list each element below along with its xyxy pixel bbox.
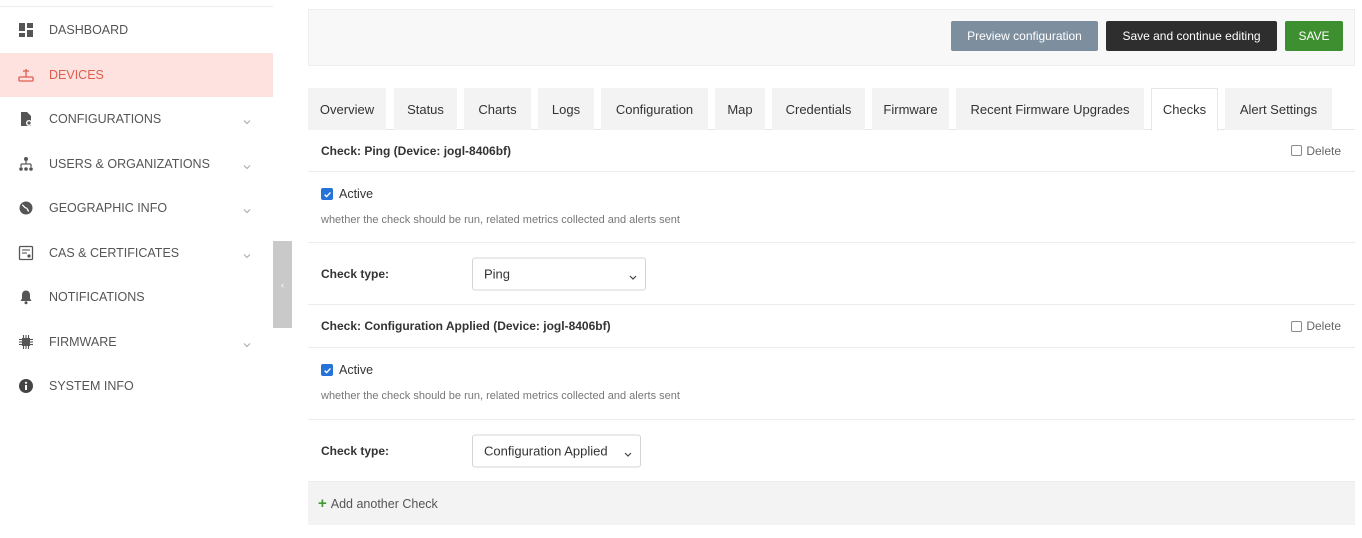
delete-label: Delete (1306, 319, 1341, 333)
help-text: whether the check should be run, related… (321, 214, 680, 226)
sidebar-item-label: NOTIFICATIONS (49, 290, 145, 305)
tab-recent-firmware-upgrades[interactable]: Recent Firmware Upgrades (956, 88, 1144, 130)
sidebar-collapse-toggle[interactable]: ‹ (273, 241, 292, 328)
active-checkbox-row[interactable]: Active (321, 187, 373, 201)
checkbox-checked-icon[interactable] (321, 188, 333, 200)
submit-row: Preview configuration Save and continue … (308, 9, 1355, 66)
globe-icon (18, 200, 34, 216)
certificate-icon (18, 245, 34, 261)
sidebar-item-label: SYSTEM INFO (49, 379, 134, 394)
tab-configuration[interactable]: Configuration (601, 88, 708, 130)
help-text: whether the check should be run, related… (321, 390, 680, 402)
tab-logs[interactable]: Logs (538, 88, 594, 130)
active-field: Active whether the check should be run, … (308, 172, 1355, 243)
info-icon (18, 378, 34, 394)
chevron-down-icon (629, 270, 637, 280)
sidebar-item-label: USERS & ORGANIZATIONS (49, 156, 210, 171)
save-button[interactable]: SAVE (1285, 21, 1343, 51)
sidebar-item-users-organizations[interactable]: USERS & ORGANIZATIONS (0, 142, 273, 187)
tab-alert-settings[interactable]: Alert Settings (1225, 88, 1332, 130)
check-type-value: Configuration Applied (484, 443, 608, 458)
active-label: Active (339, 363, 374, 377)
tab-checks[interactable]: Checks (1151, 88, 1218, 131)
tab-map[interactable]: Map (715, 88, 765, 130)
tab-status[interactable]: Status (394, 88, 457, 130)
add-another-check-link[interactable]: + Add another Check (308, 482, 1355, 525)
checkbox-unchecked-icon (1291, 320, 1303, 332)
tab-bar: Overview Status Charts Logs Configuratio… (308, 88, 1355, 131)
sidebar-item-dashboard[interactable]: DASHBOARD (0, 8, 273, 53)
org-chart-icon (18, 156, 34, 172)
active-checkbox-row[interactable]: Active (321, 363, 373, 377)
check-title: Check: Configuration Applied (Device: jo… (321, 319, 611, 333)
check-type-label: Check type: (321, 266, 390, 281)
sidebar-item-configurations[interactable]: CONFIGURATIONS (0, 97, 273, 142)
tab-charts[interactable]: Charts (464, 88, 531, 130)
chevron-down-icon (243, 115, 251, 125)
chevron-down-icon (243, 338, 251, 348)
sidebar: DASHBOARD DEVICES CONFIGURATIONS USERS &… (0, 0, 273, 538)
sidebar-item-label: CONFIGURATIONS (49, 112, 162, 127)
preview-configuration-button[interactable]: Preview configuration (951, 21, 1098, 51)
delete-checkbox[interactable]: Delete (1291, 319, 1341, 333)
sidebar-item-label: DASHBOARD (49, 23, 129, 38)
checkbox-checked-icon[interactable] (321, 364, 333, 376)
bell-icon (18, 289, 34, 305)
check-header: Check: Ping (Device: jogl-8406bf) Delete (308, 130, 1355, 172)
check-type-select[interactable]: Ping (472, 257, 646, 290)
sidebar-item-firmware[interactable]: FIRMWARE (0, 320, 273, 365)
delete-checkbox[interactable]: Delete (1291, 144, 1341, 158)
save-continue-button[interactable]: Save and continue editing (1106, 21, 1277, 51)
chevron-left-icon: ‹ (281, 279, 284, 290)
sidebar-item-label: CAS & CERTIFICATES (49, 245, 180, 260)
check-type-field: Check type: Ping (308, 243, 1355, 305)
chevron-down-icon (243, 204, 251, 214)
document-gear-icon (18, 111, 34, 127)
check-type-field: Check type: Configuration Applied (308, 420, 1355, 482)
checkbox-unchecked-icon (1291, 145, 1303, 156)
chevron-down-icon (624, 447, 632, 457)
check-type-select[interactable]: Configuration Applied (472, 434, 641, 467)
sidebar-item-devices[interactable]: DEVICES (0, 52, 273, 97)
sidebar-nav: DASHBOARD DEVICES CONFIGURATIONS USERS &… (0, 8, 273, 409)
sidebar-item-label: GEOGRAPHIC INFO (49, 201, 168, 216)
chevron-down-icon (243, 249, 251, 259)
sidebar-item-geographic-info[interactable]: GEOGRAPHIC INFO (0, 186, 273, 231)
add-another-label: Add another Check (330, 496, 438, 511)
sidebar-item-label: DEVICES (49, 67, 104, 82)
check-title: Check: Ping (Device: jogl-8406bf) (321, 143, 512, 158)
sidebar-item-notifications[interactable]: NOTIFICATIONS (0, 275, 273, 320)
dashboard-icon (18, 22, 34, 38)
check-header: Check: Configuration Applied (Device: jo… (308, 305, 1355, 348)
router-icon (18, 67, 34, 83)
active-label: Active (339, 187, 374, 201)
chevron-down-icon (243, 160, 251, 170)
tab-overview[interactable]: Overview (308, 88, 386, 130)
check-type-label: Check type: (321, 443, 390, 458)
sidebar-item-label: FIRMWARE (49, 334, 117, 349)
tab-firmware[interactable]: Firmware (872, 88, 949, 130)
tab-credentials[interactable]: Credentials (772, 88, 865, 130)
check-type-value: Ping (484, 266, 511, 281)
sidebar-item-system-info[interactable]: SYSTEM INFO (0, 364, 273, 409)
plus-icon: + (318, 495, 327, 512)
sidebar-item-cas-certificates[interactable]: CAS & CERTIFICATES (0, 231, 273, 276)
delete-label: Delete (1306, 143, 1341, 158)
active-field: Active whether the check should be run, … (308, 348, 1355, 420)
chip-icon (18, 334, 34, 350)
sidebar-divider (0, 6, 273, 7)
